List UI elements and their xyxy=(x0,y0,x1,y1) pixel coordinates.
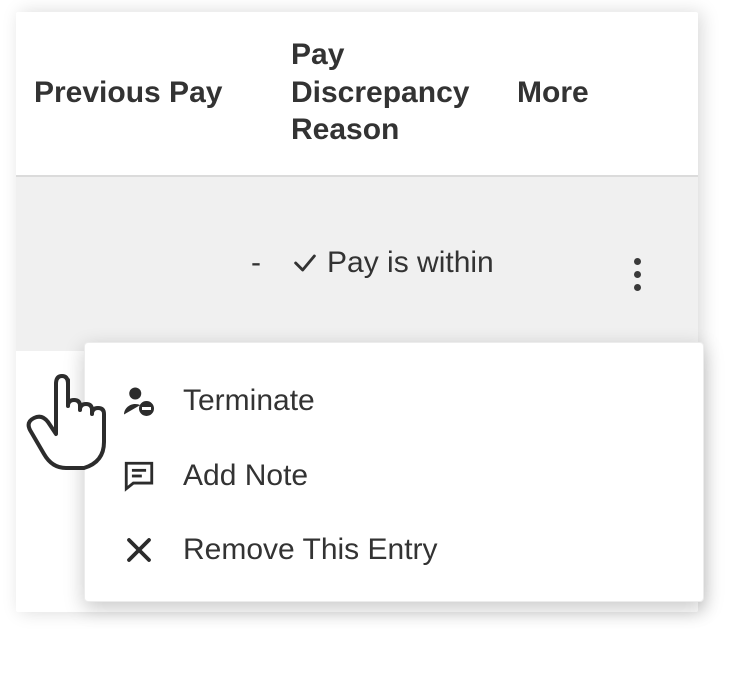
column-header-pay-discrepancy: Pay Discrepancy Reason xyxy=(291,36,517,149)
note-icon xyxy=(119,459,159,493)
column-header-more: More xyxy=(517,74,680,112)
menu-item-remove-entry[interactable]: Remove This Entry xyxy=(85,513,703,587)
menu-item-terminate[interactable]: Terminate xyxy=(85,363,703,439)
close-icon xyxy=(119,535,159,565)
check-icon xyxy=(291,243,319,283)
table-row: - Pay is within xyxy=(16,177,698,351)
pointer-cursor-icon xyxy=(22,368,122,478)
menu-item-terminate-label: Terminate xyxy=(183,384,315,418)
column-header-previous-pay: Previous Pay xyxy=(34,74,291,112)
context-menu: Terminate Add Note Remove This Entry xyxy=(84,342,704,602)
cell-more xyxy=(517,236,680,291)
menu-item-add-note[interactable]: Add Note xyxy=(85,439,703,513)
cell-pay-discrepancy-text: Pay is within xyxy=(327,243,494,284)
menu-item-remove-entry-label: Remove This Entry xyxy=(183,533,438,567)
table-header: Previous Pay Pay Discrepancy Reason More xyxy=(16,12,698,177)
more-options-button[interactable] xyxy=(632,258,642,291)
cell-previous-pay: - xyxy=(34,243,291,284)
menu-item-add-note-label: Add Note xyxy=(183,459,308,493)
cell-pay-discrepancy: Pay is within xyxy=(291,243,517,284)
person-remove-icon xyxy=(119,383,159,419)
